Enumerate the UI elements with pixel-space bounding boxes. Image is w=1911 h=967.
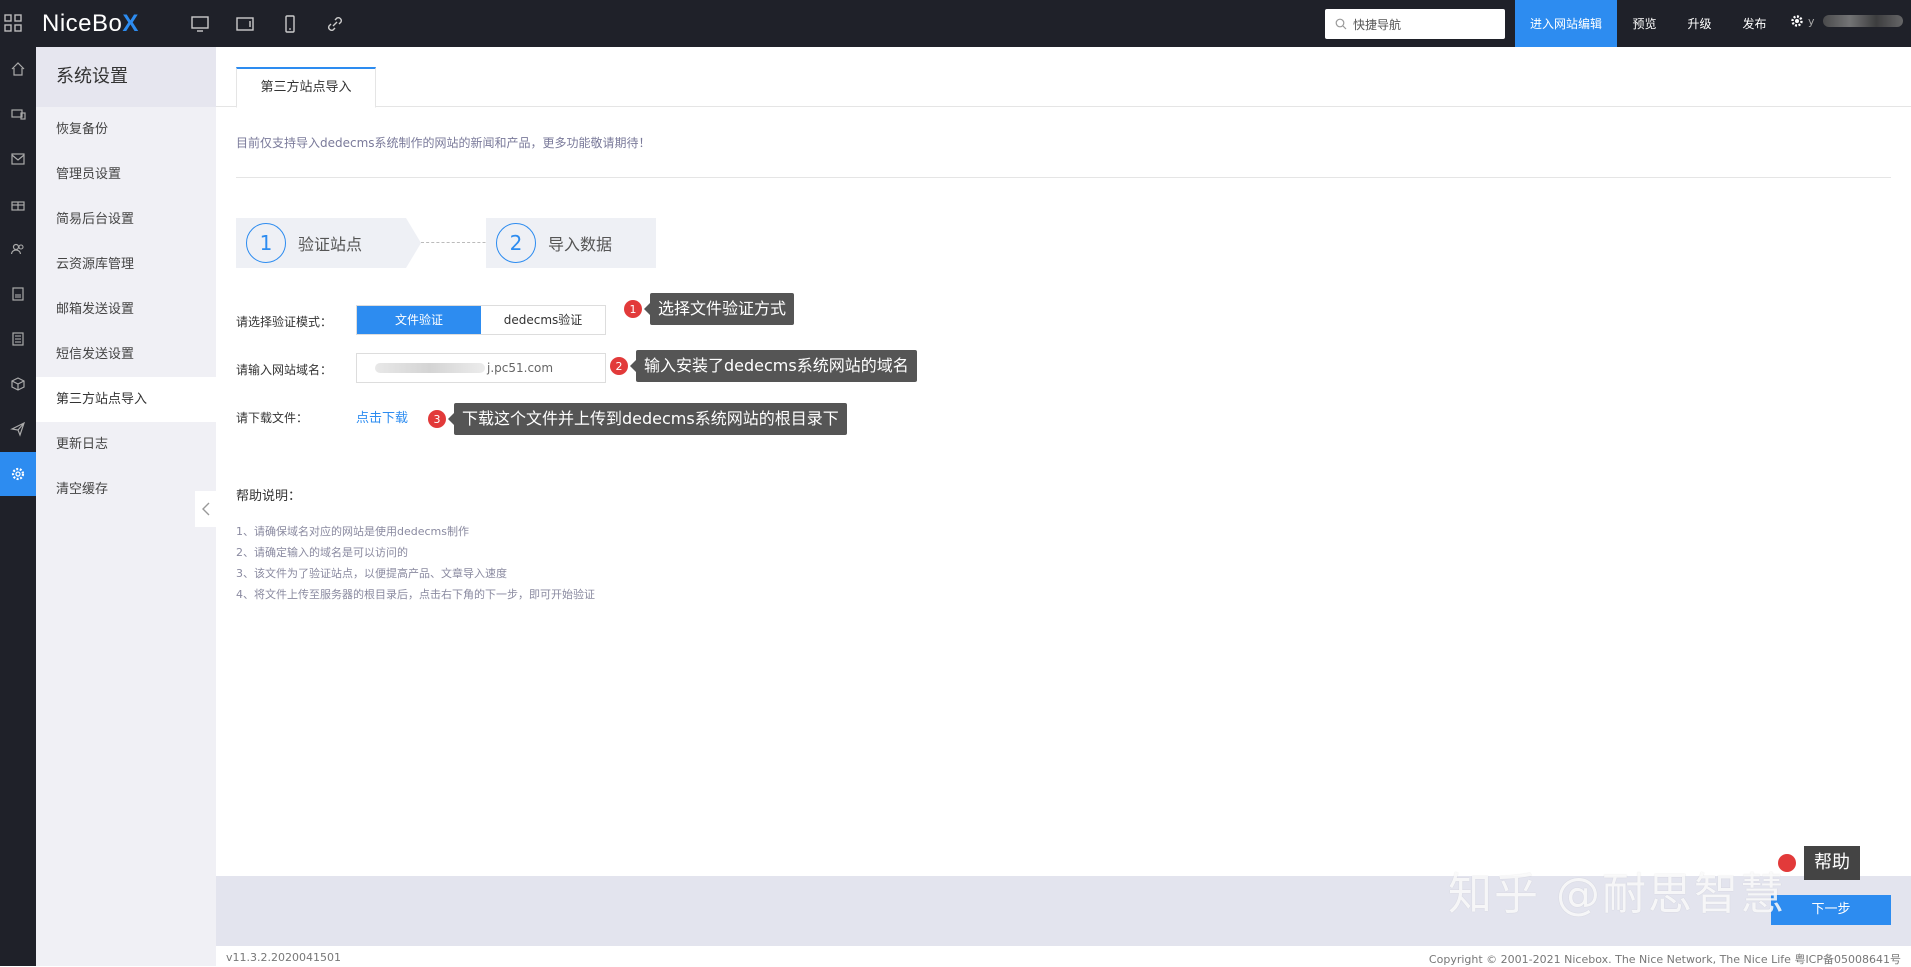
callout-text: 选择文件验证方式: [643, 293, 795, 325]
callout-number: 1: [624, 300, 642, 318]
rail-box[interactable]: [0, 362, 36, 406]
help-line: 4、将文件上传至服务器的根目录后，点击右下角的下一步，即可开始验证: [236, 588, 595, 601]
settings-gear-icon: [11, 467, 25, 481]
submenu-item-third-party-import[interactable]: 第三方站点导入: [36, 377, 216, 422]
step-import-data: 2 导入数据: [486, 218, 656, 268]
submenu-item-sms-settings[interactable]: 短信发送设置: [36, 332, 216, 377]
next-step-button[interactable]: 下一步: [1771, 895, 1891, 925]
user-initial: y: [1808, 14, 1815, 28]
callout-number: 2: [610, 357, 628, 375]
gift-icon: [11, 201, 25, 211]
brand-x: X: [122, 10, 139, 37]
home-icon: [11, 62, 25, 76]
rail-users[interactable]: [0, 227, 36, 271]
brand-text: NiceBo: [42, 10, 123, 37]
rail-send[interactable]: [0, 407, 36, 451]
download-file-label: 请下载文件：: [236, 411, 309, 425]
step-number: 2: [496, 223, 536, 263]
divider: [236, 177, 1891, 178]
callout-3: 3 下载这个文件并上传到dedecms系统网站的根目录下: [428, 403, 847, 435]
settings-submenu: 系统设置 恢复备份 管理员设置 简易后台设置 云资源库管理 邮箱发送设置 短信发…: [36, 47, 216, 966]
icon-rail: [0, 47, 36, 966]
domain-input[interactable]: j.pc51.com: [356, 353, 606, 383]
help-badge: [1778, 854, 1796, 872]
floating-help[interactable]: 帮助: [1778, 846, 1860, 880]
help-line: 3、该文件为了验证站点，以便提高产品、文章导入速度: [236, 567, 507, 580]
rail-mail[interactable]: [0, 137, 36, 181]
gear-icon: [1791, 15, 1803, 27]
tablet-icon[interactable]: [235, 14, 255, 34]
submenu-item-restore-backup[interactable]: 恢复备份: [36, 107, 216, 152]
submenu-item-cloud-library[interactable]: 云资源库管理: [36, 242, 216, 287]
main-content: 第三方站点导入 目前仅支持导入dedecms系统制作的网站的新闻和产品，更多功能…: [216, 47, 1911, 966]
tab-bar: 第三方站点导入: [216, 47, 1911, 108]
rail-document[interactable]: [0, 272, 36, 316]
rail-settings[interactable]: [0, 452, 36, 496]
tab-third-party-import[interactable]: 第三方站点导入: [236, 67, 376, 108]
callout-2: 2 输入安装了dedecms系统网站的域名: [610, 350, 917, 382]
enter-editor-button[interactable]: 进入网站编辑: [1515, 0, 1617, 47]
rail-home[interactable]: [0, 47, 36, 91]
step-number: 1: [246, 223, 286, 263]
collapse-sidebar-button[interactable]: [195, 491, 216, 527]
app-grid-icon[interactable]: [4, 14, 22, 32]
callout-text: 下载这个文件并上传到dedecms系统网站的根目录下: [448, 403, 847, 435]
link-icon[interactable]: [325, 14, 345, 34]
submenu-item-update-log[interactable]: 更新日志: [36, 422, 216, 467]
verify-mode-toggle: 文件验证 dedecms验证: [356, 305, 606, 335]
submenu-item-simple-backend[interactable]: 简易后台设置: [36, 197, 216, 242]
step-label: 导入数据: [548, 235, 613, 254]
import-notice: 目前仅支持导入dedecms系统制作的网站的新闻和产品，更多功能敬请期待！: [236, 136, 651, 150]
callout-text: 输入安装了dedecms系统网站的域名: [630, 350, 917, 382]
chevron-left-icon: [201, 502, 209, 516]
desktop-icon[interactable]: [190, 14, 210, 34]
list-icon: [12, 332, 24, 346]
callout-1: 1 选择文件验证方式: [624, 293, 795, 325]
submenu-title: 系统设置: [36, 47, 216, 107]
search-icon: [1335, 18, 1347, 30]
dedecms-verify-option[interactable]: dedecms验证: [481, 306, 605, 334]
mail-icon: [11, 153, 25, 165]
verify-mode-label: 请选择验证模式：: [236, 315, 333, 329]
search-placeholder: 快捷导航: [1353, 17, 1402, 32]
box-icon: [11, 377, 25, 391]
copyright-text: Copyright © 2001-2021 Nicebox. The Nice …: [1428, 953, 1901, 966]
domain-label: 请输入网站域名：: [236, 363, 333, 377]
devices-icon: [11, 109, 26, 120]
step-verify-site: 1 验证站点: [236, 218, 421, 268]
step-label: 验证站点: [298, 235, 363, 254]
username-redacted: [1822, 15, 1903, 27]
rail-gift[interactable]: [0, 182, 36, 226]
preview-button[interactable]: 预览: [1617, 0, 1672, 47]
submenu-item-clear-cache[interactable]: 清空缓存: [36, 467, 216, 512]
version-text: v11.3.2.2020041501: [226, 951, 341, 964]
submenu-item-admin-settings[interactable]: 管理员设置: [36, 152, 216, 197]
document-icon: [12, 287, 24, 301]
domain-value: j.pc51.com: [487, 361, 554, 375]
help-line: 2、请确定输入的域名是可以访问的: [236, 546, 408, 559]
upgrade-button[interactable]: 升级: [1672, 0, 1727, 47]
domain-redacted: [375, 363, 485, 373]
rail-devices[interactable]: [0, 92, 36, 136]
send-icon: [10, 421, 26, 437]
help-float-label: 帮助: [1804, 846, 1860, 880]
rail-list[interactable]: [0, 317, 36, 361]
quick-nav-search[interactable]: 快捷导航: [1325, 9, 1505, 39]
callout-number: 3: [428, 410, 446, 428]
brand-logo[interactable]: NiceBoX: [42, 10, 139, 38]
file-verify-option[interactable]: 文件验证: [357, 306, 481, 334]
help-title: 帮助说明：: [236, 489, 302, 504]
publish-button[interactable]: 发布: [1727, 0, 1782, 47]
users-icon: [10, 243, 24, 255]
download-link[interactable]: 点击下载: [356, 407, 408, 426]
submenu-item-email-settings[interactable]: 邮箱发送设置: [36, 287, 216, 332]
top-bar: NiceBoX 快捷导航 进入网站编辑 预览 升级 发布 y: [0, 0, 1911, 47]
help-line: 1、请确保域名对应的网站是使用dedecms制作: [236, 525, 469, 538]
watermark-text: 知乎 @耐思智慧: [1448, 869, 1786, 920]
mobile-icon[interactable]: [280, 14, 300, 34]
user-menu[interactable]: y: [1790, 14, 1903, 28]
